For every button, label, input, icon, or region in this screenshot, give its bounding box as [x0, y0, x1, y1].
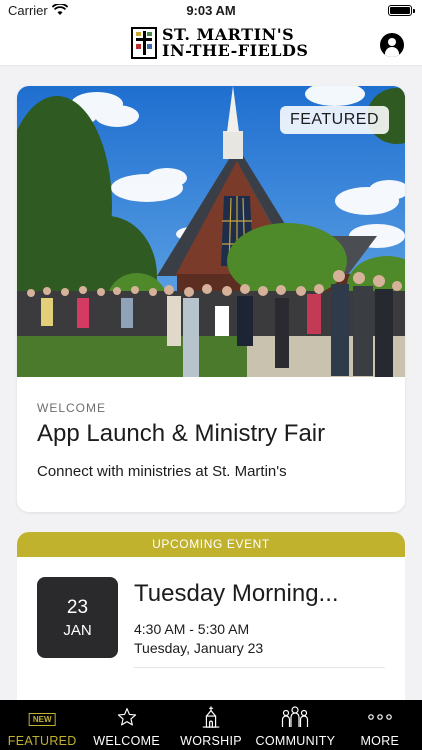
ellipsis-icon	[368, 714, 392, 720]
divider	[134, 667, 385, 668]
tab-worship[interactable]: WORSHIP	[169, 700, 253, 750]
tab-label: WORSHIP	[180, 734, 242, 748]
tab-label: MORE	[360, 734, 400, 748]
tab-label: COMMUNITY	[255, 734, 336, 748]
event-banner: UPCOMING EVENT	[17, 532, 405, 557]
event-date: Tuesday, January 23	[134, 640, 264, 656]
status-bar: Carrier 9:03 AM	[0, 0, 422, 22]
tab-bar: NEW FEATURED WELCOME WORSHIP COMMUNITY M…	[0, 700, 422, 750]
card-title: App Launch & Ministry Fair	[37, 420, 326, 447]
card-description: Connect with ministries at St. Martin's	[37, 463, 287, 480]
featured-card[interactable]: FEATURED WELCOME App Launch & Ministry F…	[17, 86, 405, 512]
people-icon	[282, 706, 309, 727]
event-month: JAN	[63, 622, 92, 639]
tab-more[interactable]: MORE	[338, 700, 422, 750]
event-date-tile: 23 JAN	[37, 577, 118, 658]
tab-featured[interactable]: NEW FEATURED	[0, 700, 84, 750]
upcoming-event-card[interactable]: UPCOMING EVENT 23 JAN Tuesday Morning...…	[17, 532, 405, 700]
cross-emblem-icon	[131, 27, 157, 59]
clock: 9:03 AM	[186, 3, 236, 18]
card-category: WELCOME	[37, 401, 107, 415]
tab-welcome[interactable]: WELCOME	[84, 700, 168, 750]
tab-label: WELCOME	[93, 734, 160, 748]
event-title: Tuesday Morning...	[134, 580, 339, 607]
logo-line-2: IN-THE-FIELDS	[162, 41, 309, 60]
tab-community[interactable]: COMMUNITY	[253, 700, 337, 750]
featured-image: FEATURED	[17, 86, 405, 377]
app-header: ST. MARTIN'S IN-THE-FIELDS	[0, 22, 422, 66]
event-time: 4:30 AM - 5:30 AM	[134, 621, 250, 637]
church-icon	[202, 706, 220, 728]
battery-icon	[388, 5, 415, 16]
event-day: 23	[66, 597, 89, 618]
featured-badge: FEATURED	[279, 106, 389, 134]
tab-label: FEATURED	[7, 734, 77, 748]
new-badge-text: NEW	[28, 713, 56, 726]
church-logo[interactable]: ST. MARTIN'S IN-THE-FIELDS	[131, 26, 308, 60]
logo-wordmark: ST. MARTIN'S IN-THE-FIELDS	[162, 27, 308, 59]
profile-icon[interactable]	[380, 33, 404, 57]
star-icon	[117, 708, 136, 726]
new-badge-icon: NEW	[28, 709, 56, 731]
